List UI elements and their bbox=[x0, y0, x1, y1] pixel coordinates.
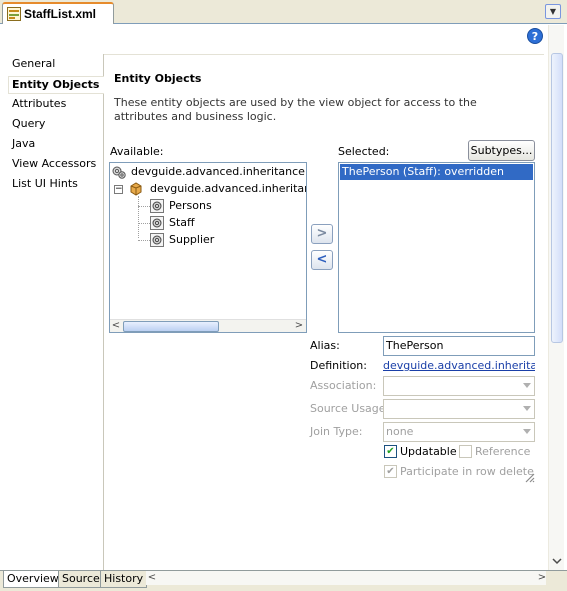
selected-list[interactable]: ThePerson (Staff): overridden bbox=[338, 162, 535, 333]
remove-from-selected-button[interactable]: < bbox=[311, 250, 333, 270]
scroll-right-icon[interactable]: > bbox=[293, 320, 305, 332]
add-to-selected-button[interactable]: > bbox=[311, 224, 333, 244]
nav-item-query[interactable]: Query bbox=[12, 116, 45, 132]
participate-label: Participate in row delete bbox=[400, 465, 534, 478]
source-usage-label: Source Usage: bbox=[310, 402, 390, 415]
association-select[interactable] bbox=[383, 376, 535, 396]
chevron-down-icon bbox=[523, 406, 531, 411]
updatable-checkbox[interactable]: ✔ bbox=[384, 445, 397, 458]
tree-item-label: devguide.advanced.inheritance bbox=[150, 182, 307, 195]
nav-item-attributes[interactable]: Attributes bbox=[12, 96, 66, 112]
join-type-select[interactable]: none bbox=[383, 422, 535, 442]
nav-item-list-ui-hints[interactable]: List UI Hints bbox=[12, 176, 78, 192]
tree-item-label: Supplier bbox=[169, 233, 215, 246]
association-label: Association: bbox=[310, 379, 377, 392]
entity-icon bbox=[150, 216, 164, 230]
definition-label: Definition: bbox=[310, 359, 367, 372]
scrollbar-thumb[interactable] bbox=[123, 321, 219, 332]
page-title: Entity Objects bbox=[114, 72, 202, 85]
available-tree[interactable]: devguide.advanced.inheritance.Inhe − dev… bbox=[109, 162, 307, 333]
join-type-label: Join Type: bbox=[310, 425, 363, 438]
scrollbar-thumb[interactable] bbox=[551, 53, 563, 343]
help-row bbox=[0, 25, 548, 53]
nav-item-general[interactable]: General bbox=[12, 56, 55, 72]
updatable-label: Updatable bbox=[400, 445, 457, 458]
tab-title: StaffList.xml bbox=[24, 7, 97, 21]
tree-connector bbox=[138, 196, 139, 238]
reference-checkbox[interactable] bbox=[459, 445, 472, 458]
tab-source[interactable]: Source bbox=[58, 571, 104, 588]
tree-item-label: devguide.advanced.inheritance.Inhe bbox=[131, 165, 306, 178]
alias-field[interactable]: ThePerson bbox=[383, 336, 535, 356]
scroll-down-icon[interactable] bbox=[552, 557, 562, 565]
tree-item-label: Staff bbox=[169, 216, 195, 229]
tree-connector bbox=[138, 206, 150, 207]
subtypes-button[interactable]: Subtypes... bbox=[468, 140, 535, 161]
scroll-left-icon[interactable]: < bbox=[110, 320, 122, 332]
scroll-left-icon[interactable]: < bbox=[146, 572, 158, 584]
available-horizontal-scrollbar[interactable]: < > bbox=[110, 319, 306, 332]
resize-grip-icon[interactable] bbox=[523, 471, 535, 483]
participate-checkbox[interactable]: ✔ bbox=[384, 465, 397, 478]
collapse-icon[interactable]: − bbox=[114, 185, 123, 194]
package-icon bbox=[130, 182, 142, 196]
bottom-horizontal-scrollbar[interactable]: < > bbox=[146, 571, 546, 585]
chevron-down-icon bbox=[523, 383, 531, 388]
nav-item-java[interactable]: Java bbox=[12, 136, 35, 152]
tab-overview[interactable]: Overview bbox=[3, 571, 63, 588]
entities-icon bbox=[112, 166, 126, 179]
alias-label: Alias: bbox=[310, 339, 340, 352]
entity-icon bbox=[150, 233, 164, 247]
tab-history[interactable]: History bbox=[100, 571, 148, 588]
available-label: Available: bbox=[110, 145, 164, 158]
vertical-scrollbar[interactable] bbox=[548, 25, 564, 570]
selected-label: Selected: bbox=[338, 145, 390, 158]
tree-item-label: Persons bbox=[169, 199, 212, 212]
help-icon[interactable]: ? bbox=[527, 28, 543, 44]
tree-connector bbox=[138, 223, 150, 224]
join-type-value: none bbox=[386, 425, 414, 438]
nav-item-view-accessors[interactable]: View Accessors bbox=[12, 156, 96, 172]
nav-item-entity-objects[interactable]: Entity Objects bbox=[12, 77, 99, 93]
definition-link[interactable]: devguide.advanced.inherita… bbox=[383, 359, 535, 372]
tab-list-menu-button[interactable]: ▼ bbox=[545, 4, 561, 19]
chevron-down-icon bbox=[523, 429, 531, 434]
scroll-right-icon[interactable]: > bbox=[536, 572, 548, 584]
xml-file-icon bbox=[7, 7, 21, 21]
entity-icon bbox=[150, 199, 164, 213]
reference-label: Reference bbox=[475, 445, 531, 458]
page-description: These entity objects are used by the vie… bbox=[114, 96, 477, 123]
source-usage-select[interactable] bbox=[383, 399, 535, 419]
tab-stafflist-xml[interactable]: StaffList.xml bbox=[2, 2, 114, 24]
list-item[interactable]: ThePerson (Staff): overridden bbox=[340, 164, 533, 180]
tree-connector bbox=[138, 240, 150, 241]
